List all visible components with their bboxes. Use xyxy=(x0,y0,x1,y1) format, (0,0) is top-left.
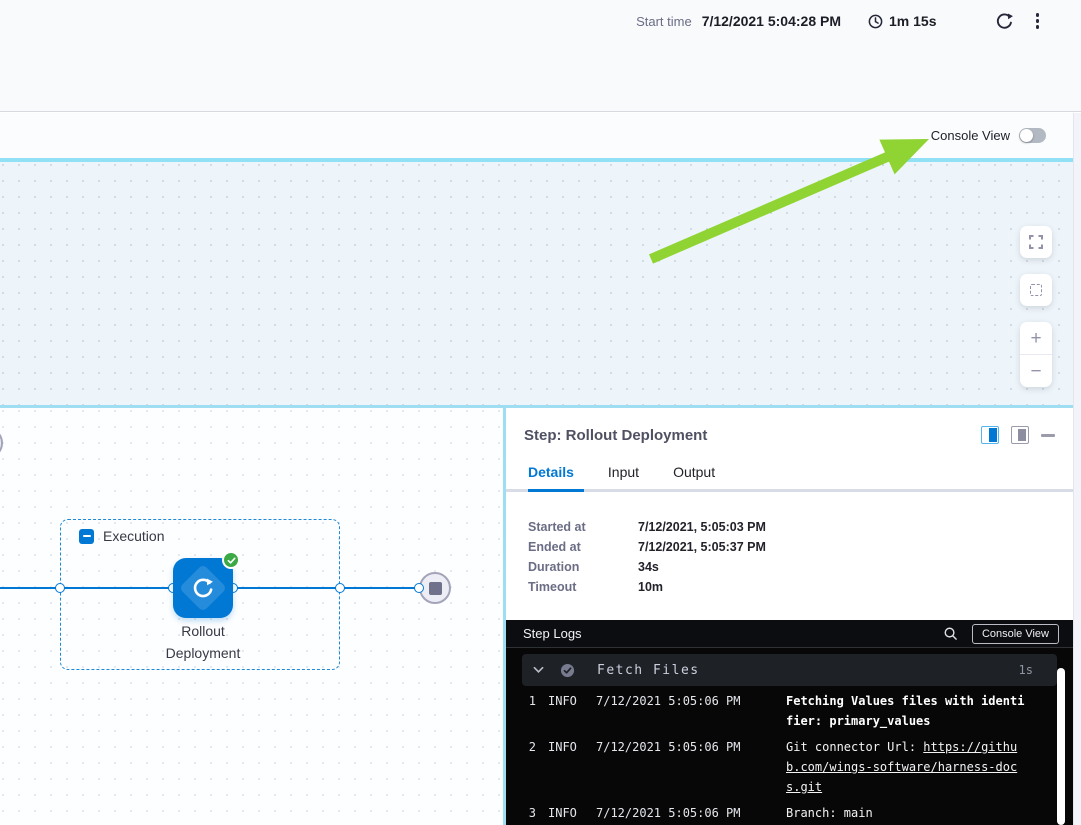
step-logs-header: Step Logs Console View xyxy=(506,620,1073,648)
log-section-fetch-files[interactable]: Fetch Files 1s xyxy=(522,654,1057,686)
start-time-value: 7/12/2021 5:04:28 PM xyxy=(702,13,841,29)
cyan-divider-vertical xyxy=(503,408,506,825)
minimize-panel-icon[interactable] xyxy=(1041,434,1055,437)
rollout-icon xyxy=(190,575,216,601)
tab-output[interactable]: Output xyxy=(673,464,715,480)
canvas-zoom-control: + − xyxy=(1020,322,1052,387)
panel-tabs: Details Input Output xyxy=(506,444,1073,489)
logs-console-view-button[interactable]: Console View xyxy=(972,624,1059,644)
split-view-right-icon[interactable] xyxy=(981,426,999,444)
search-icon xyxy=(943,626,958,641)
fit-to-screen-button[interactable] xyxy=(1020,274,1052,306)
panel-header: Step: Rollout Deployment xyxy=(506,408,1073,444)
start-time-label: Start time xyxy=(636,14,692,29)
section-success-icon xyxy=(560,663,575,678)
log-search-button[interactable] xyxy=(943,626,958,641)
fullscreen-button[interactable] xyxy=(1020,226,1052,258)
step-details-panel: Step: Rollout Deployment Details Input O… xyxy=(506,408,1073,825)
toggle-knob xyxy=(1020,129,1033,142)
split-view-bottom-icon[interactable] xyxy=(1011,426,1029,444)
console-view-label: Console View xyxy=(931,128,1010,143)
tab-input[interactable]: Input xyxy=(608,464,639,480)
expand-icon xyxy=(1029,235,1043,249)
connector-point xyxy=(335,583,345,593)
node-label: Rollout Deployment xyxy=(123,620,283,664)
kebab-icon xyxy=(1036,13,1040,17)
connector-point xyxy=(414,583,424,593)
log-line-1: 1 INFO 7/12/2021 5:05:06 PM Fetching Val… xyxy=(522,691,1057,731)
panel-title: Step: Rollout Deployment xyxy=(524,427,981,444)
stop-icon xyxy=(429,582,442,595)
refresh-button[interactable] xyxy=(993,10,1016,33)
pipeline-execution-page: Start time 7/12/2021 5:04:28 PM 1m 15s C… xyxy=(0,0,1081,825)
duration-wrap: 1m 15s xyxy=(867,13,936,30)
clock-icon xyxy=(867,13,884,30)
log-message: Fetching Values files with identifier: p… xyxy=(786,691,1026,731)
duration-value: 1m 15s xyxy=(889,13,936,29)
refresh-icon xyxy=(995,12,1014,31)
log-line-3: 3 INFO 7/12/2021 5:05:06 PM Branch: main xyxy=(522,803,1057,823)
zoom-out-button[interactable]: − xyxy=(1020,355,1052,387)
step-logs-title: Step Logs xyxy=(523,626,943,641)
console-view-toggle[interactable] xyxy=(1019,128,1046,143)
log-line-2: 2 INFO 7/12/2021 5:05:06 PM Git connecto… xyxy=(522,737,1057,797)
more-options-button[interactable] xyxy=(1030,11,1046,31)
execution-group-label: Execution xyxy=(79,528,164,544)
panel-view-controls xyxy=(981,426,1055,444)
pipeline-canvas-upper[interactable] xyxy=(0,162,1073,405)
log-viewer[interactable]: Fetch Files 1s 1 INFO 7/12/2021 5:05:06 … xyxy=(506,648,1073,825)
log-message: Branch: main xyxy=(786,803,1026,823)
connector-point xyxy=(55,583,65,593)
log-message: Git connector Url: https://github.com/wi… xyxy=(786,737,1026,797)
offscreen-node xyxy=(0,427,3,459)
collapse-group-icon[interactable] xyxy=(79,529,94,544)
pipeline-canvas-lower[interactable]: Execution Rollout Deployment xyxy=(0,408,503,825)
step-logs-section: Step Logs Console View Fetch Files xyxy=(506,620,1073,825)
log-scrollbar-thumb[interactable] xyxy=(1057,668,1065,825)
canvas-fit-control xyxy=(1020,274,1052,306)
top-bar: Start time 7/12/2021 5:04:28 PM 1m 15s xyxy=(0,0,1081,112)
console-view-bar: Console View xyxy=(0,113,1073,158)
execution-meta-row: Start time 7/12/2021 5:04:28 PM 1m 15s xyxy=(636,8,1045,34)
plus-icon: + xyxy=(1030,329,1041,348)
detail-row-timeout: Timeout 10m xyxy=(528,580,1073,594)
success-badge xyxy=(222,551,240,569)
cyan-divider-middle xyxy=(0,405,1073,408)
detail-row-started: Started at 7/12/2021, 5:05:03 PM xyxy=(528,520,1073,534)
fit-to-screen-icon xyxy=(1030,284,1042,296)
canvas-expand-control xyxy=(1020,226,1052,258)
tab-details[interactable]: Details xyxy=(528,464,574,480)
detail-row-duration: Duration 34s xyxy=(528,560,1073,574)
step-details-list: Started at 7/12/2021, 5:05:03 PM Ended a… xyxy=(506,492,1073,600)
detail-row-ended: Ended at 7/12/2021, 5:05:37 PM xyxy=(528,540,1073,554)
zoom-in-button[interactable]: + xyxy=(1020,322,1052,354)
section-name: Fetch Files xyxy=(597,663,1019,678)
active-tab-indicator xyxy=(528,489,584,492)
tabs-divider xyxy=(506,489,1073,492)
rollout-deployment-node[interactable] xyxy=(173,558,233,618)
minus-icon: − xyxy=(1030,362,1041,381)
section-duration: 1s xyxy=(1019,663,1033,677)
cyan-divider-top xyxy=(0,158,1073,162)
chevron-down-icon[interactable] xyxy=(533,666,544,674)
page-scrollbar-track[interactable] xyxy=(1073,113,1081,825)
